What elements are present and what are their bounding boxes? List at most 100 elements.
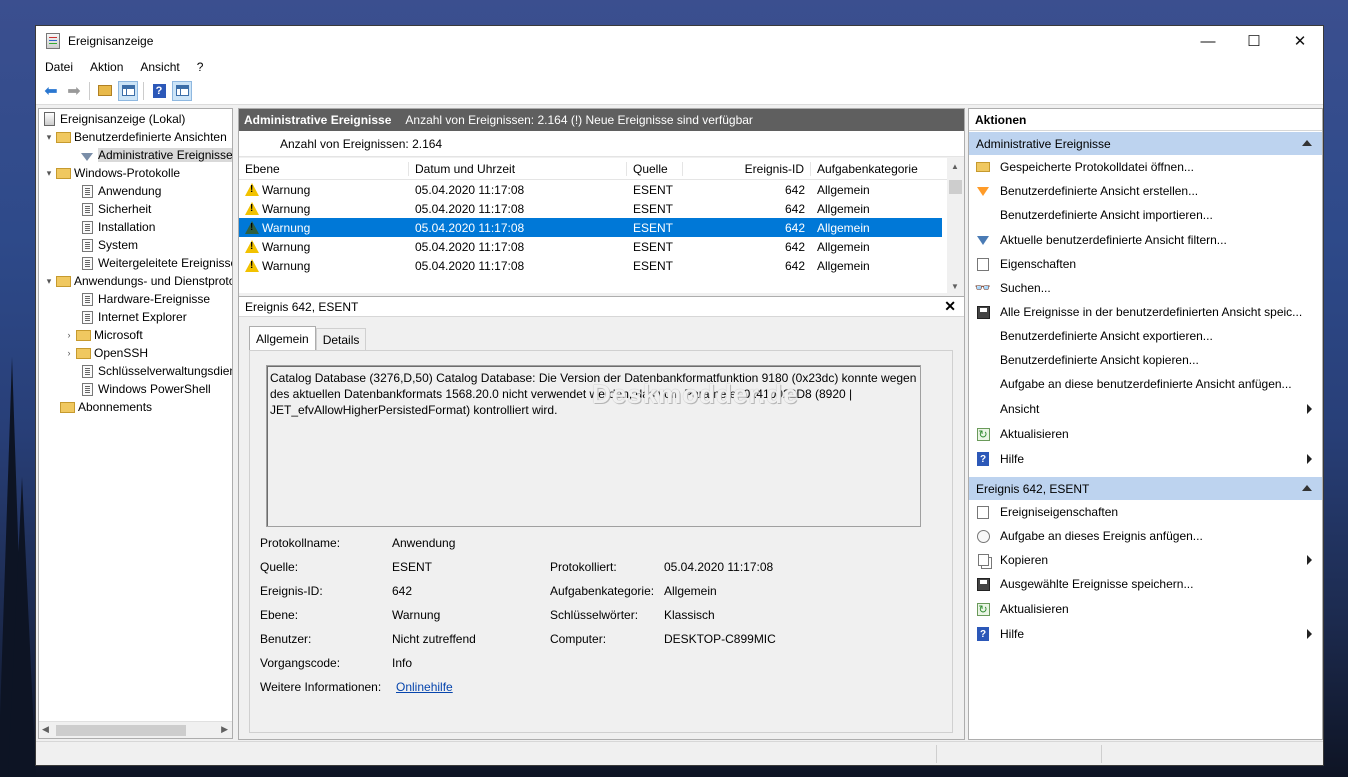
tree-item-apps-services[interactable]: ▾Anwendungs- und Dienstprotokolle	[43, 272, 232, 290]
scroll-right-icon[interactable]: ▶	[221, 724, 228, 735]
maximize-button[interactable]: ☐	[1231, 26, 1277, 56]
column-header-quelle[interactable]: Quelle	[627, 161, 683, 176]
event-detail-title: Ereignis 642, ESENT	[245, 299, 359, 314]
action-view[interactable]: Ansicht	[969, 397, 1322, 421]
back-arrow-icon[interactable]: ⬅	[41, 81, 61, 101]
tree-item-log[interactable]: Sicherheit	[79, 200, 151, 218]
scroll-down-icon[interactable]: ▼	[951, 282, 959, 291]
label-task-category: Aufgabenkategorie:	[550, 584, 655, 598]
column-header-ebene[interactable]: Ebene	[239, 161, 409, 176]
menu-help[interactable]: ?	[188, 60, 212, 74]
tree-item-log[interactable]: Internet Explorer	[79, 308, 187, 326]
tree-item-subscriptions[interactable]: Abonnements	[59, 398, 152, 416]
tree-item-root[interactable]: Ereignisanzeige (Lokal)	[41, 110, 185, 128]
filter-icon	[247, 138, 261, 149]
event-message[interactable]: Catalog Database (3276,D,50) Catalog Dat…	[266, 365, 921, 527]
tree-item-log[interactable]: System	[79, 236, 138, 254]
close-button[interactable]: ✕	[1277, 26, 1323, 56]
collapse-icon[interactable]	[1302, 485, 1312, 491]
chevron-right-icon[interactable]: ›	[63, 330, 75, 340]
tree-item-log[interactable]: Anwendung	[79, 182, 161, 200]
event-detail-header: Ereignis 642, ESENT ✕	[239, 297, 964, 317]
action-find[interactable]: 👓 Suchen...	[969, 276, 1322, 300]
tab-details[interactable]: Details	[315, 328, 367, 350]
filter-bar: Anzahl von Ereignissen: 2.164	[239, 131, 964, 157]
tree-item-log[interactable]: Windows PowerShell	[79, 380, 211, 398]
menu-ansicht[interactable]: Ansicht	[131, 60, 187, 74]
action-properties[interactable]: Eigenschaften	[969, 252, 1322, 276]
scroll-thumb[interactable]	[56, 725, 186, 736]
action-export-custom-view[interactable]: Benutzerdefinierte Ansicht exportieren..…	[969, 324, 1322, 348]
action-help[interactable]: ? Hilfe	[969, 447, 1322, 471]
actions-section-admin-events[interactable]: Administrative Ereignisse	[969, 131, 1322, 155]
tree-item-admin-events[interactable]: Administrative Ereignisse	[79, 146, 232, 164]
actions-pane: Aktionen Administrative Ereignisse Gespe…	[968, 108, 1323, 740]
menu-datei[interactable]: Datei	[36, 60, 81, 74]
table-row[interactable]: Warnung 05.04.2020 11:17:08 ESENT 642 Al…	[239, 256, 964, 275]
table-row[interactable]: Warnung 05.04.2020 11:17:08 ESENT 642 Al…	[239, 199, 964, 218]
menu-aktion[interactable]: Aktion	[81, 60, 131, 74]
scroll-up-icon[interactable]: ▲	[951, 162, 959, 171]
action-open-saved-log[interactable]: Gespeicherte Protokolldatei öffnen...	[969, 155, 1322, 179]
action-refresh[interactable]: ↻ Aktualisieren	[969, 422, 1322, 446]
up-folder-icon[interactable]	[95, 81, 115, 101]
refresh-icon: ↻	[976, 602, 990, 616]
action-refresh-event[interactable]: ↻ Aktualisieren	[969, 597, 1322, 621]
tree-item-log[interactable]: Weitergeleitete Ereignisse	[79, 254, 232, 272]
submenu-arrow-icon	[1307, 454, 1312, 464]
tree-item-folder[interactable]: › OpenSSH	[63, 344, 149, 362]
action-save-selected[interactable]: Ausgewählte Ereignisse speichern...	[969, 572, 1322, 596]
action-copy-custom-view[interactable]: Benutzerdefinierte Ansicht kopieren...	[969, 348, 1322, 372]
action-attach-task-event[interactable]: Aufgabe an dieses Ereignis anfügen...	[969, 524, 1322, 548]
table-row[interactable]: Warnung 05.04.2020 11:17:08 ESENT 642 Al…	[239, 237, 964, 256]
table-vertical-scrollbar[interactable]: ▲ ▼	[947, 158, 964, 293]
minimize-button[interactable]: —	[1185, 26, 1231, 56]
action-create-custom-view[interactable]: Benutzerdefinierte Ansicht erstellen...	[969, 179, 1322, 203]
value-task-category: Allgemein	[664, 584, 717, 598]
chevron-down-icon[interactable]: ▾	[43, 168, 55, 179]
action-copy[interactable]: Kopieren	[969, 548, 1322, 572]
tree-horizontal-scrollbar[interactable]: ◀ ▶	[39, 721, 232, 738]
tree-item-custom-views[interactable]: ▾ Benutzerdefinierte Ansichten	[43, 128, 227, 146]
forward-arrow-icon[interactable]: ➡	[64, 81, 84, 101]
help-icon[interactable]: ?	[149, 81, 169, 101]
show-hide-action-pane-icon[interactable]	[172, 80, 192, 101]
tree-item-log[interactable]: Installation	[79, 218, 155, 236]
column-header-datum[interactable]: Datum und Uhrzeit	[409, 161, 627, 176]
blank-icon	[974, 352, 992, 368]
close-icon[interactable]: ✕	[944, 298, 956, 315]
log-icon	[79, 184, 95, 198]
scroll-left-icon[interactable]: ◀	[42, 724, 49, 735]
action-filter-current-view[interactable]: Aktuelle benutzerdefinierte Ansicht filt…	[969, 228, 1322, 252]
chevron-down-icon[interactable]: ▾	[43, 132, 55, 143]
tree-item-windows-logs[interactable]: ▾ Windows-Protokolle	[43, 164, 180, 182]
actions-section-event[interactable]: Ereignis 642, ESENT	[969, 476, 1322, 500]
show-hide-console-tree-icon[interactable]	[118, 80, 138, 101]
action-event-properties[interactable]: Ereigniseigenschaften	[969, 500, 1322, 524]
table-row[interactable]: Warnung 05.04.2020 11:17:08 ESENT 642 Al…	[239, 180, 964, 199]
action-help-event[interactable]: ? Hilfe	[969, 622, 1322, 646]
action-attach-task-view[interactable]: Aufgabe an diese benutzerdefinierte Ansi…	[969, 372, 1322, 396]
value-user: Nicht zutreffend	[392, 632, 476, 646]
online-help-link[interactable]: Onlinehilfe	[396, 680, 453, 696]
title-bar[interactable]: Ereignisanzeige — ☐ ✕	[36, 26, 1323, 56]
filter-icon	[79, 148, 95, 162]
action-save-all-events[interactable]: Alle Ereignisse in der benutzerdefiniert…	[969, 300, 1322, 324]
label-logged: Protokolliert:	[550, 560, 617, 574]
tree-item-folder[interactable]: › Microsoft	[63, 326, 143, 344]
column-header-kategorie[interactable]: Aufgabenkategorie	[811, 162, 941, 176]
tree-item-log[interactable]: Hardware-Ereignisse	[79, 290, 210, 308]
table-row-selected[interactable]: Warnung 05.04.2020 11:17:08 ESENT 642 Al…	[239, 218, 942, 237]
action-import-custom-view[interactable]: Benutzerdefinierte Ansicht importieren..…	[969, 203, 1322, 227]
chevron-down-icon[interactable]: ▾	[43, 276, 55, 287]
scroll-thumb[interactable]	[949, 180, 962, 194]
column-header-id[interactable]: Ereignis-ID	[683, 161, 811, 176]
help-icon: ?	[974, 451, 992, 467]
warning-icon	[245, 183, 259, 196]
refresh-icon: ↻	[976, 427, 990, 441]
collapse-icon[interactable]	[1302, 140, 1312, 146]
chevron-right-icon[interactable]: ›	[63, 348, 75, 358]
value-computer: DESKTOP-C899MIC	[664, 632, 776, 646]
tree-item-log[interactable]: Schlüsselverwaltungsdienst	[79, 362, 232, 380]
tab-allgemein[interactable]: Allgemein	[249, 326, 316, 350]
